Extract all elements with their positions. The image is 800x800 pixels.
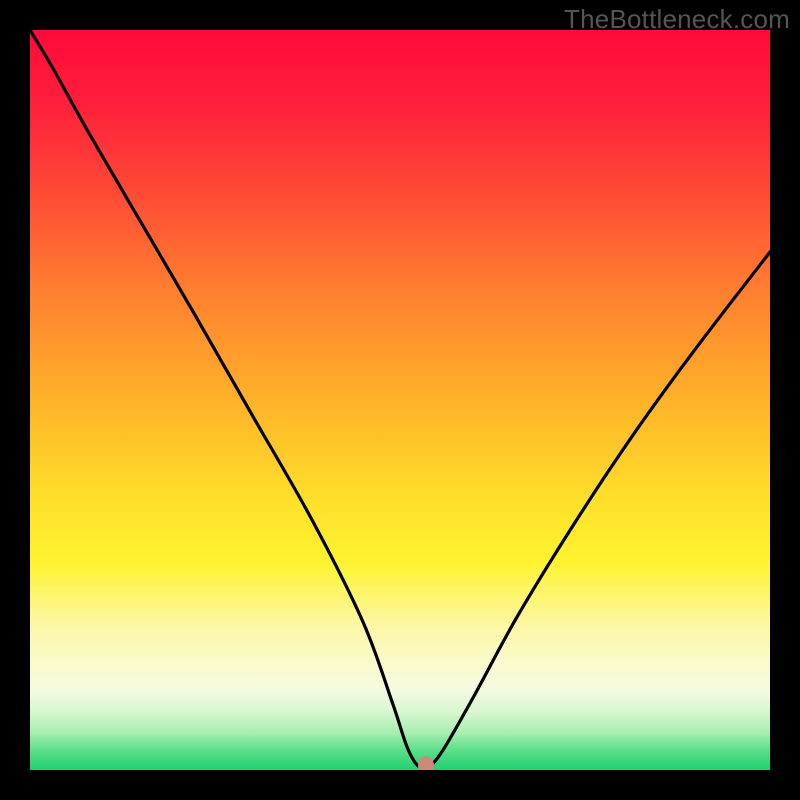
bottleneck-curve: [30, 30, 770, 770]
watermark-text: TheBottleneck.com: [564, 4, 790, 35]
chart-frame: TheBottleneck.com: [0, 0, 800, 800]
plot-area: [30, 30, 770, 770]
optimum-marker: [418, 756, 434, 770]
